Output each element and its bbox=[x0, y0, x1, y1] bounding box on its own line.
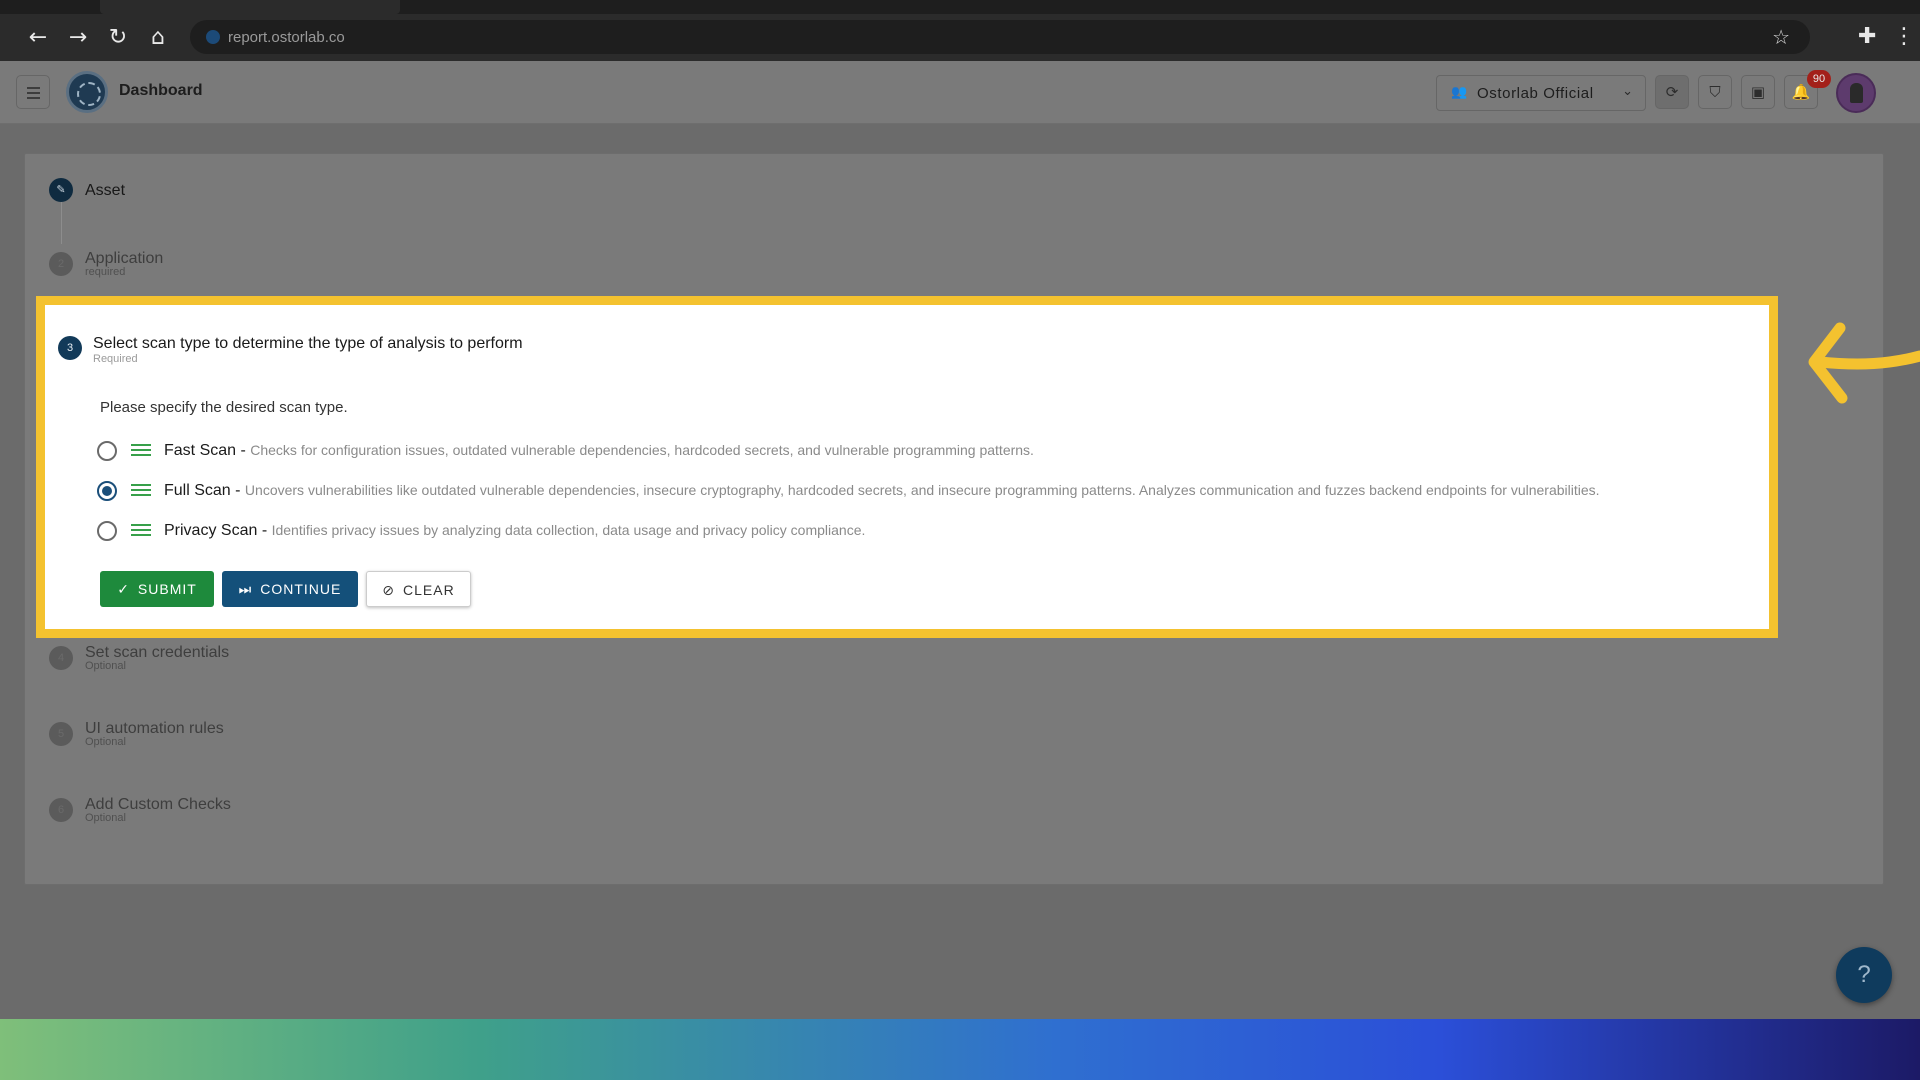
continue-button[interactable]: ⏭ CONTINUE bbox=[222, 571, 358, 607]
clear-label: CLEAR bbox=[403, 582, 455, 598]
fast-scan-description: Checks for configuration issues, outdate… bbox=[250, 442, 1034, 458]
scan-type-instruction: Please specify the desired scan type. bbox=[100, 399, 348, 416]
clear-button[interactable]: ⊘ CLEAR bbox=[366, 571, 471, 607]
scan-list-icon bbox=[131, 521, 151, 539]
hamburger-icon[interactable] bbox=[16, 75, 50, 109]
fast-scan-radio[interactable] bbox=[97, 441, 117, 461]
app-header: Dashboard 👥 Ostorlab Official ⌄ ⟳ ⛉ ▣ 🔔 … bbox=[0, 61, 1920, 124]
step-4-number: 4 bbox=[49, 646, 73, 670]
submit-label: SUBMIT bbox=[137, 581, 197, 597]
annotation-arrow-icon bbox=[1808, 322, 1920, 404]
option-separator: - bbox=[236, 442, 251, 459]
full-scan-name: Full Scan bbox=[164, 482, 231, 499]
browser-toolbar: ← → ↻ ⌂ report.ostorlab.co ☆ ✚ ⋮ bbox=[0, 14, 1920, 61]
privacy-scan-name: Privacy Scan bbox=[164, 522, 258, 539]
privacy-scan-radio[interactable] bbox=[97, 521, 117, 541]
browser-tab[interactable] bbox=[100, 0, 400, 14]
submit-button[interactable]: ✓ SUBMIT bbox=[100, 571, 214, 607]
step-5-number: 5 bbox=[49, 722, 73, 746]
scan-list-icon bbox=[131, 441, 151, 459]
check-icon: ✓ bbox=[117, 582, 130, 598]
bottom-gradient-band bbox=[0, 1019, 1920, 1080]
star-icon[interactable]: ☆ bbox=[1772, 25, 1790, 49]
forward-arrow-icon[interactable]: → bbox=[64, 24, 92, 52]
step-2-subtitle: required bbox=[85, 266, 126, 278]
organization-name: Ostorlab Official bbox=[1477, 85, 1594, 102]
browser-menu-icon[interactable]: ⋮ bbox=[1893, 24, 1915, 49]
fast-scan-option[interactable]: Fast Scan - Checks for configuration iss… bbox=[97, 436, 1757, 466]
home-icon[interactable]: ⌂ bbox=[144, 24, 172, 52]
step-connector bbox=[61, 202, 62, 244]
full-scan-option[interactable]: Full Scan - Uncovers vulnerabilities lik… bbox=[97, 476, 1757, 506]
skip-next-icon: ⏭ bbox=[238, 582, 253, 598]
step-6-subtitle: Optional bbox=[85, 812, 126, 824]
help-button[interactable]: ? bbox=[1836, 947, 1892, 1003]
site-info-icon[interactable] bbox=[206, 30, 220, 44]
shield-icon[interactable]: ⛉ bbox=[1698, 75, 1732, 109]
browser-tab-strip bbox=[0, 0, 1920, 14]
full-scan-radio[interactable] bbox=[97, 481, 117, 501]
fast-scan-name: Fast Scan bbox=[164, 442, 237, 459]
option-separator: - bbox=[257, 522, 272, 539]
continue-label: CONTINUE bbox=[260, 581, 342, 597]
puzzle-icon[interactable]: ✚ bbox=[1858, 24, 1876, 49]
id-card-icon[interactable]: ▣ bbox=[1741, 75, 1775, 109]
reload-icon[interactable]: ↻ bbox=[104, 24, 132, 52]
address-bar[interactable]: report.ostorlab.co ☆ bbox=[190, 20, 1810, 54]
step-5-subtitle: Optional bbox=[85, 736, 126, 748]
group-icon: 👥 bbox=[1451, 85, 1468, 100]
ostorlab-logo[interactable] bbox=[66, 71, 108, 113]
avatar[interactable] bbox=[1836, 73, 1876, 113]
step-3-title[interactable]: Select scan type to determine the type o… bbox=[93, 335, 523, 353]
step-4-subtitle: Optional bbox=[85, 660, 126, 672]
step-6-number: 6 bbox=[49, 798, 73, 822]
step-3-number: 3 bbox=[58, 336, 82, 360]
step-3-subtitle: Required bbox=[93, 353, 138, 365]
scan-type-step-panel: 3 Select scan type to determine the type… bbox=[36, 296, 1778, 638]
page-title: Dashboard bbox=[119, 82, 203, 99]
step-1-title[interactable]: Asset bbox=[85, 182, 125, 200]
option-separator: - bbox=[230, 482, 245, 499]
step-2-number: 2 bbox=[49, 252, 73, 276]
block-icon: ⊘ bbox=[382, 583, 396, 599]
notification-badge: 90 bbox=[1807, 70, 1831, 88]
chevron-down-icon: ⌄ bbox=[1622, 84, 1633, 99]
step-1-check-icon: ✎ bbox=[49, 178, 73, 202]
privacy-scan-description: Identifies privacy issues by analyzing d… bbox=[271, 522, 866, 538]
organization-select[interactable]: 👥 Ostorlab Official ⌄ bbox=[1436, 75, 1646, 111]
privacy-scan-option[interactable]: Privacy Scan - Identifies privacy issues… bbox=[97, 516, 1757, 546]
back-arrow-icon[interactable]: ← bbox=[24, 24, 52, 52]
scan-list-icon bbox=[131, 481, 151, 499]
scan-icon[interactable]: ⟳ bbox=[1655, 75, 1689, 109]
full-scan-description: Uncovers vulnerabilities like outdated v… bbox=[244, 482, 1600, 498]
url-text[interactable]: report.ostorlab.co bbox=[228, 29, 345, 46]
